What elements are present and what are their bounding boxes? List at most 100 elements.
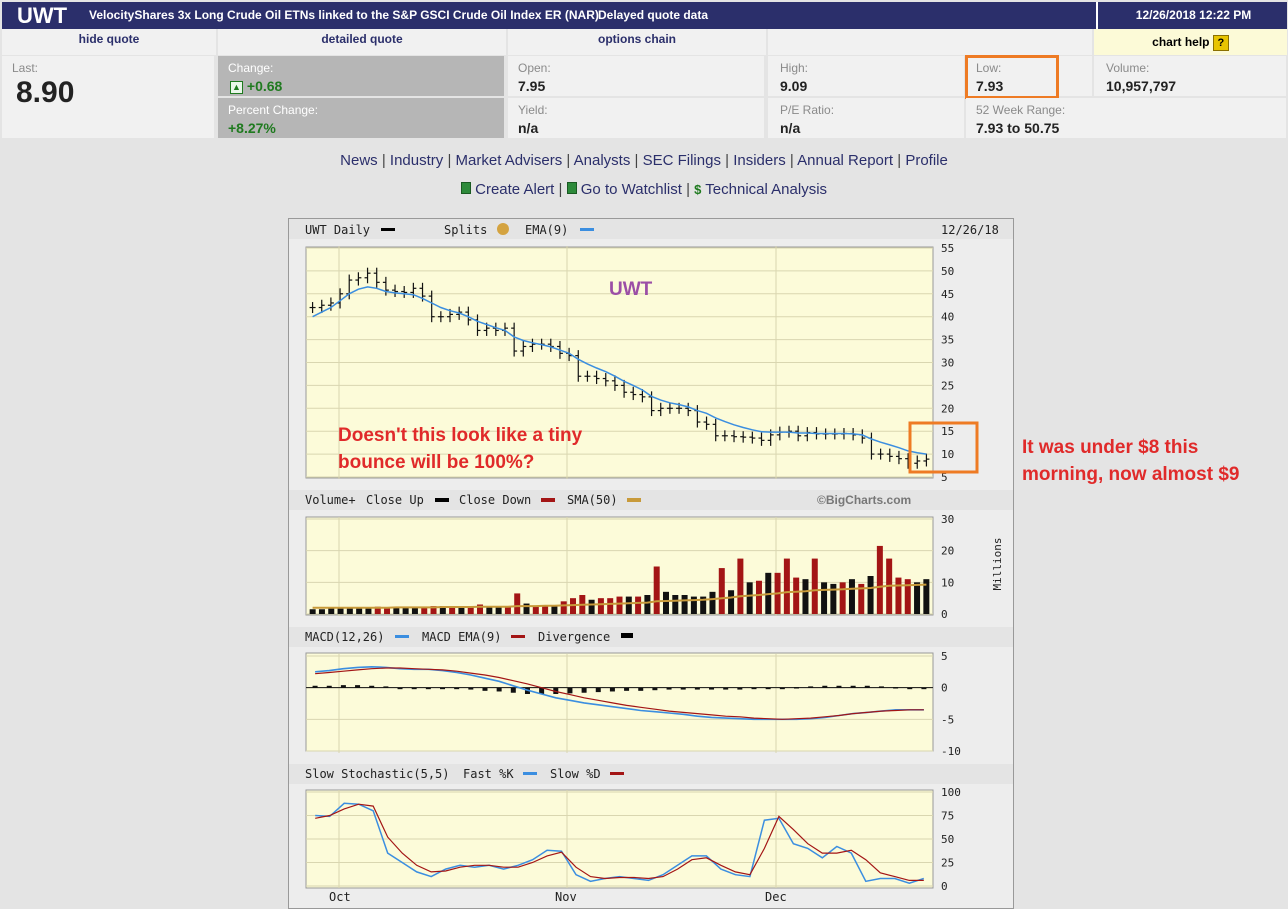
yield-value: n/a bbox=[518, 120, 539, 136]
options-chain-link[interactable]: options chain bbox=[508, 29, 767, 55]
volume-bar bbox=[514, 593, 521, 614]
watchlist-link[interactable]: Go to Watchlist bbox=[581, 181, 682, 198]
divergence-bar bbox=[737, 687, 743, 690]
volume-bar bbox=[867, 576, 874, 614]
divergence-bar bbox=[836, 685, 842, 688]
divergence-bar bbox=[468, 687, 474, 690]
macd-tick-label: -10 bbox=[941, 745, 961, 758]
volume-bar bbox=[532, 606, 539, 614]
volume-bar bbox=[876, 545, 883, 614]
high-label: High: bbox=[780, 61, 809, 75]
industry-link[interactable]: Industry bbox=[390, 152, 443, 169]
create-alert-link[interactable]: Create Alert bbox=[475, 181, 554, 198]
volume-bar bbox=[737, 558, 744, 614]
volume-bar bbox=[588, 599, 595, 614]
sheet-icon bbox=[460, 182, 471, 194]
volume-bar bbox=[802, 579, 809, 614]
divergence-bar bbox=[779, 687, 785, 690]
ema-label: EMA(9) bbox=[525, 223, 568, 237]
sec-filings-link[interactable]: SEC Filings bbox=[643, 152, 721, 169]
volume-bar bbox=[746, 582, 753, 614]
insiders-link[interactable]: Insiders bbox=[733, 152, 786, 169]
divergence-label: Divergence bbox=[538, 630, 610, 644]
security-name: VelocityShares 3x Long Crude Oil ETNs li… bbox=[89, 8, 599, 22]
divergence-bar bbox=[312, 685, 318, 688]
divergence-bar bbox=[369, 685, 375, 688]
volume-bar bbox=[625, 596, 632, 614]
market-advisers-link[interactable]: Market Advisers bbox=[456, 152, 563, 169]
volume-bar bbox=[597, 598, 604, 614]
divergence-bar bbox=[709, 687, 715, 690]
volume-bar bbox=[495, 606, 502, 614]
detailed-quote-link[interactable]: detailed quote bbox=[218, 29, 507, 55]
macd-tick-label: 0 bbox=[941, 682, 948, 695]
left-annotation-line-2: bounce will be 100%? bbox=[338, 452, 535, 473]
divergence-bar bbox=[850, 685, 856, 688]
pe-value: n/a bbox=[780, 120, 801, 136]
close-up-swatch bbox=[435, 498, 449, 502]
price-tick-label: 30 bbox=[941, 357, 954, 370]
ticker-symbol: UWT bbox=[17, 3, 68, 28]
annual-report-link[interactable]: Annual Report bbox=[797, 152, 893, 169]
price-header-label: UWT Daily bbox=[305, 223, 370, 237]
chart-help-link[interactable]: chart help ? bbox=[1094, 29, 1288, 55]
volume-bar bbox=[607, 598, 614, 614]
chart-symbol-title: UWT bbox=[609, 279, 653, 300]
price-header-bar bbox=[289, 219, 1013, 239]
news-link[interactable]: News bbox=[340, 152, 378, 169]
change-cell: Change: ▲ +0.68 bbox=[218, 56, 506, 97]
sheet-icon bbox=[566, 182, 577, 194]
stoch-axis: 100 75 50 25 0 bbox=[941, 786, 961, 893]
volume-bar bbox=[644, 595, 651, 614]
high-cell: High: 9.09 bbox=[768, 56, 966, 97]
analysts-link[interactable]: Analysts bbox=[574, 152, 631, 169]
month-label-dec: Dec bbox=[765, 890, 787, 904]
divergence-bar bbox=[864, 685, 870, 688]
volume-tick-label: 10 bbox=[941, 576, 954, 589]
yield-label: Yield: bbox=[518, 103, 548, 117]
close-down-label: Close Down bbox=[459, 493, 531, 507]
macd-axis: 5 0 -5 -10 bbox=[941, 650, 961, 758]
divergence-bar bbox=[723, 687, 729, 690]
volume-header-label: Volume+ bbox=[305, 493, 356, 507]
divergence-bar bbox=[326, 685, 332, 688]
stoch-tick-label: 75 bbox=[941, 810, 954, 823]
macd-ema-swatch bbox=[511, 635, 525, 638]
technical-analysis-link[interactable]: Technical Analysis bbox=[705, 181, 827, 198]
pct-change-value: +8.27% bbox=[228, 120, 276, 136]
volume-tick-label: 30 bbox=[941, 513, 954, 526]
volume-bar bbox=[755, 580, 762, 614]
divergence-bar bbox=[496, 687, 502, 692]
pct-change-label: Percent Change: bbox=[228, 103, 319, 117]
volume-tick-label: 20 bbox=[941, 545, 954, 558]
ema-legend-swatch bbox=[580, 228, 594, 231]
volume-value: 10,957,797 bbox=[1106, 78, 1177, 94]
stock-chart: UWT Daily Splits EMA(9) 12/26/18 5 10 15 20… bbox=[288, 218, 1014, 909]
change-value: +0.68 bbox=[246, 78, 283, 94]
fast-k-swatch bbox=[523, 772, 537, 775]
divergence-bar bbox=[793, 687, 799, 689]
macd-swatch bbox=[395, 635, 409, 638]
stoch-label: Slow Stochastic(5,5) bbox=[305, 767, 450, 781]
volume-bar bbox=[793, 577, 800, 614]
stoch-tick-label: 50 bbox=[941, 833, 954, 846]
bigcharts-copyright: ©BigCharts.com bbox=[817, 493, 911, 507]
divergence-bar bbox=[751, 687, 757, 690]
month-label-nov: Nov bbox=[555, 890, 577, 904]
price-tick-label: 50 bbox=[941, 265, 954, 278]
divergence-bar bbox=[822, 685, 828, 688]
hide-quote-link[interactable]: hide quote bbox=[2, 29, 217, 55]
divergence-bar bbox=[680, 687, 686, 690]
macd-tick-label: 5 bbox=[941, 650, 948, 663]
volume-bar bbox=[653, 566, 660, 614]
profile-link[interactable]: Profile bbox=[905, 152, 948, 169]
sma-swatch bbox=[627, 498, 641, 502]
divergence-bar bbox=[510, 687, 516, 693]
change-value-wrap: ▲ +0.68 bbox=[230, 78, 282, 94]
volume-bar bbox=[830, 583, 837, 614]
volume-bar bbox=[356, 608, 363, 614]
volume-bar bbox=[560, 601, 567, 614]
price-tick-label: 20 bbox=[941, 402, 954, 415]
nav-spacer bbox=[768, 29, 1093, 55]
chart-help-label: chart help bbox=[1152, 35, 1210, 49]
